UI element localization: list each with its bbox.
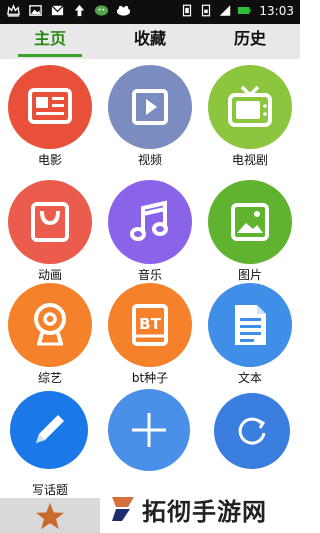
refresh-icon: [238, 417, 266, 445]
watermark-text: 拓彻手游网: [142, 496, 267, 526]
document-icon: [235, 305, 266, 345]
music-button[interactable]: [108, 180, 192, 264]
signal-icon: [220, 5, 231, 16]
tv-icon: [228, 85, 272, 127]
train-icon: [34, 303, 66, 346]
news-icon: [28, 88, 72, 124]
animation-button[interactable]: [8, 180, 92, 264]
tv-button[interactable]: [208, 65, 292, 149]
refresh-button[interactable]: [214, 393, 290, 469]
bt-book-icon: BT: [132, 304, 168, 346]
favorite-tab[interactable]: [0, 498, 100, 533]
text-button[interactable]: [208, 283, 292, 367]
watermark: 拓彻手游网: [110, 494, 267, 526]
grid-label: 综艺: [37, 371, 62, 385]
grid-label: bt种子: [131, 371, 169, 385]
tab-history[interactable]: 历史: [200, 24, 300, 59]
add-button[interactable]: [108, 389, 190, 471]
sim-icon: [202, 4, 211, 17]
clock: 13:03: [259, 3, 294, 18]
video-button[interactable]: [108, 65, 192, 149]
music-icon: [130, 200, 168, 241]
grid-label: 写话题: [31, 483, 68, 497]
variety-button[interactable]: [8, 283, 92, 367]
grid-label: 动画: [37, 268, 62, 282]
grid-label: 电视剧: [231, 153, 268, 167]
grid-label: 音乐: [137, 268, 162, 282]
watermark-logo-icon: [112, 497, 134, 521]
bag-icon: [31, 202, 69, 242]
picture-button[interactable]: [208, 180, 292, 264]
grid-label: 视频: [137, 153, 162, 167]
movie-button[interactable]: [8, 65, 92, 149]
vibrate-icon: [183, 4, 192, 17]
write-topic-button[interactable]: [10, 391, 88, 469]
pencil-icon: [36, 415, 64, 443]
bt-button[interactable]: BT: [108, 283, 192, 367]
cloud-icon: [116, 5, 131, 16]
upload-icon: [74, 4, 85, 17]
grid-label: 电影: [37, 153, 62, 167]
video-icon: [132, 89, 168, 125]
plus-icon: [132, 413, 166, 447]
crown-icon: [7, 4, 20, 17]
star-icon: [36, 502, 64, 529]
picture-icon: [231, 203, 269, 241]
grid-label: 文本: [237, 371, 262, 385]
tab-home[interactable]: 主页: [0, 24, 100, 59]
status-bar: 13:03: [0, 0, 300, 24]
tab-bar: 主页 收藏 历史: [0, 24, 300, 59]
grid-label: 图片: [237, 268, 262, 282]
battery-icon: [238, 7, 251, 14]
chat-icon: [94, 5, 109, 16]
mail-icon: [51, 5, 64, 16]
image-icon: [29, 5, 42, 16]
svg-text:BT: BT: [139, 315, 161, 333]
tab-favorites[interactable]: 收藏: [100, 24, 200, 59]
